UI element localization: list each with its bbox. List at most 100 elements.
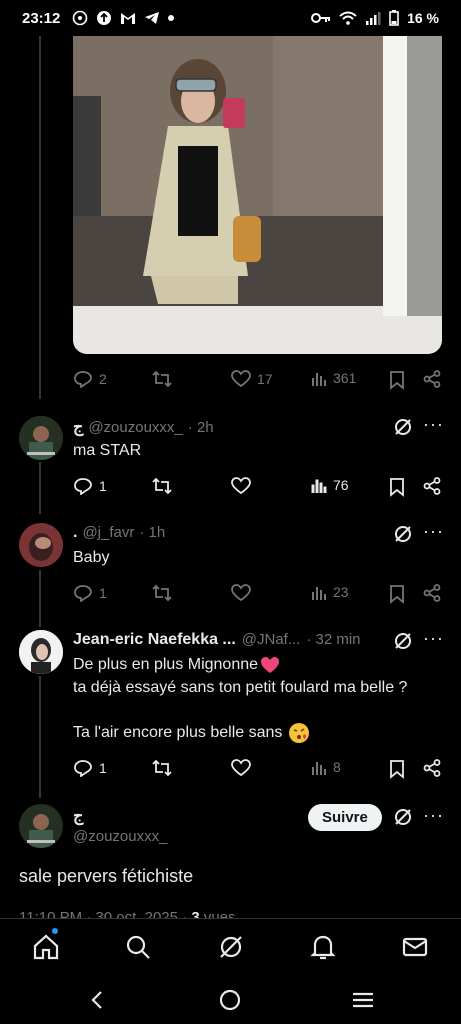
like-button[interactable] [231,584,251,602]
back-icon[interactable] [88,990,106,1010]
author-handle[interactable]: @JNaf... [242,631,301,648]
retweet-icon [152,370,172,388]
upload-icon [97,11,111,25]
reply-text: Ta l'air encore plus belle sans [73,724,283,741]
author-name[interactable]: ج [73,806,83,826]
views-button[interactable]: 23 [311,584,349,600]
grok-icon[interactable] [393,807,413,827]
reply-button[interactable]: 1 [73,759,107,777]
heart-emoji-icon [261,657,280,673]
grok-icon[interactable] [393,524,413,544]
recents-icon[interactable] [352,991,374,1009]
author-name[interactable]: ج [73,417,83,437]
reply-text-line: Ta l'air encore plus belle sans [73,722,310,744]
reply-count: 1 [99,478,107,494]
retweet-button[interactable] [151,759,173,777]
like-button[interactable]: 17 [231,370,273,388]
bookmark-button[interactable] [389,584,405,604]
author-name[interactable]: . [73,524,77,542]
notifications-icon[interactable] [309,933,337,961]
reply-header: Jean-eric Naefekka ... @JNaf... · 32 min [73,631,388,649]
home-notification-dot [52,928,58,934]
avatar[interactable] [19,523,63,567]
wifi-icon [339,11,357,25]
like-button[interactable] [231,759,251,777]
reply-icon [74,478,92,495]
more-icon[interactable]: ··· [423,628,444,649]
post-time: · 2h [187,419,214,436]
post-image[interactable] [73,36,442,354]
more-icon[interactable]: ··· [423,521,444,542]
more-icon[interactable]: ··· [423,414,444,435]
views-count: 361 [333,370,357,386]
author-handle[interactable]: @zouzouxxx_ [88,419,182,436]
retweet-button[interactable] [151,477,173,495]
grok-icon[interactable] [393,631,413,651]
dot-icon [168,15,174,21]
reply-text: ta déjà essayé sans ton petit foulard ma… [73,679,408,696]
reply-button[interactable]: 2 [73,370,107,388]
bookmark-button[interactable] [389,477,405,497]
more-icon[interactable]: ··· [423,805,444,826]
reply-text: Baby [73,549,110,566]
like-count: 17 [257,371,273,387]
search-icon[interactable] [124,933,152,961]
bookmark-button[interactable] [389,759,405,779]
reply-button[interactable]: 1 [73,477,107,495]
like-icon [231,477,251,495]
share-button[interactable] [423,584,441,602]
battery-icon [389,10,399,26]
reply-text: ma STAR [73,442,142,459]
bookmark-button[interactable] [389,370,405,390]
views-button[interactable]: 361 [311,370,356,386]
share-button[interactable] [423,370,441,388]
thread-line [39,462,41,514]
reply-text: De plus en plus Mignonne [73,656,259,673]
share-icon [423,370,441,388]
reply-header: ج @zouzouxxx_ · 2h [73,417,214,437]
share-button[interactable] [423,477,441,495]
reply-icon [74,760,92,777]
thread-line [39,36,41,399]
home-icon[interactable] [32,933,60,961]
share-icon [423,759,441,777]
battery-percent: 16 % [407,10,439,26]
avatar[interactable] [19,416,63,460]
retweet-button[interactable] [151,584,173,602]
views-button[interactable]: 76 [311,477,349,493]
share-icon [423,477,441,495]
reply-actions: 1 76 [73,475,445,499]
thread-line [39,676,41,798]
grok-icon[interactable] [393,417,413,437]
like-button[interactable] [231,477,251,495]
share-button[interactable] [423,759,441,777]
retweet-button[interactable] [151,370,173,388]
avatar[interactable] [19,804,63,848]
avatar[interactable] [19,630,63,674]
views-button[interactable]: 8 [311,759,341,775]
views-icon [312,762,326,775]
views-count: 76 [333,477,349,493]
post-time: · 32 min [306,631,361,648]
author-name[interactable]: Jean-eric Naefekka ... [73,631,236,649]
author-handle[interactable]: @zouzouxxx_ [73,828,167,845]
share-icon [423,584,441,602]
views-icon [312,587,326,600]
retweet-icon [152,477,172,495]
follow-button[interactable]: Suivre [308,804,382,831]
reply-count: 1 [99,585,107,601]
views-count: 8 [333,759,341,775]
bottom-navigation [0,918,461,975]
reply-button[interactable]: 1 [73,584,107,602]
author-handle[interactable]: @j_favr [82,524,134,541]
grok-icon[interactable] [217,933,245,961]
main-post-actions: 2 17 361 [73,368,445,392]
reply-header: . @j_favr · 1h [73,524,165,542]
reply-actions: 1 23 [73,582,445,606]
views-count: 23 [333,584,349,600]
reply-count: 1 [99,760,107,776]
views-icon [311,479,327,493]
messages-icon[interactable] [401,933,429,961]
system-navigation-bar [0,976,461,1024]
home-circle-icon[interactable] [219,989,241,1011]
